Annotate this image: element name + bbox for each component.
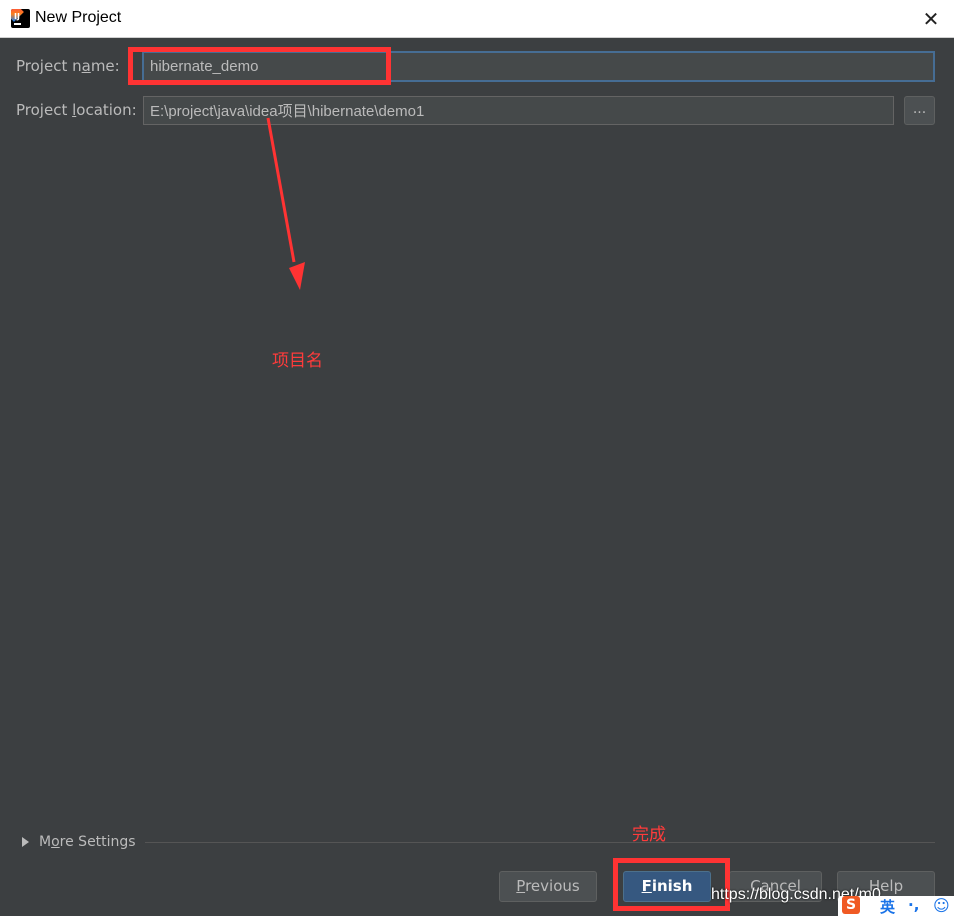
expand-arrow-icon	[22, 837, 29, 847]
more-settings-divider	[145, 842, 935, 843]
sogou-logo-icon: S	[842, 896, 860, 914]
ime-punctuation-toggle[interactable]: ·,	[908, 896, 919, 914]
previous-button[interactable]: Previous	[499, 871, 597, 902]
project-name-annotation: 项目名	[272, 351, 323, 371]
emoji-icon[interactable]: ☺	[933, 896, 950, 915]
more-settings-toggle[interactable]: More Settings	[22, 834, 136, 850]
ime-toolbar[interactable]: S 英 ·, ☺	[838, 896, 954, 916]
annotation-arrow	[266, 117, 305, 290]
ime-language-toggle[interactable]: 英	[880, 896, 895, 916]
